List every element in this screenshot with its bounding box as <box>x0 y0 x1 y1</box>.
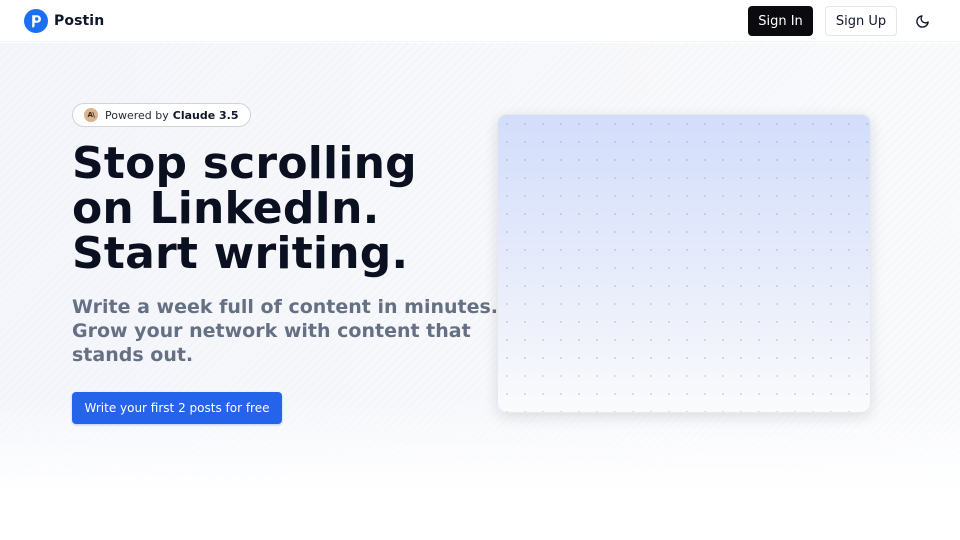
headline-line: Stop scrolling <box>72 138 417 189</box>
subheadline-line: stands out. <box>72 344 194 366</box>
badge-model: Claude 3.5 <box>172 108 239 122</box>
top-navbar: Postin Sign In Sign Up <box>0 0 960 42</box>
headline-line: Start writing. <box>72 228 409 279</box>
product-preview-card <box>497 114 871 413</box>
sign-in-button[interactable]: Sign In <box>748 6 813 36</box>
subheadline-line: Grow your network with content that <box>72 320 471 342</box>
brand[interactable]: Postin <box>24 9 104 33</box>
moon-icon <box>915 14 929 28</box>
badge-text: Powered by Claude 3.5 <box>105 109 239 122</box>
brand-name: Postin <box>54 13 105 29</box>
write-free-posts-button[interactable]: Write your first 2 posts for free <box>72 392 282 424</box>
hero-subheadline: Write a week full of content in minutes.… <box>72 295 499 367</box>
postin-logo-icon <box>24 9 48 33</box>
powered-by-badge: A\ Powered by Claude 3.5 <box>72 103 251 127</box>
landing-page: Postin Sign In Sign Up A\ Powered by Clau… <box>0 0 960 540</box>
subheadline-line: Write a week full of content in minutes. <box>72 296 499 318</box>
theme-toggle-button[interactable] <box>910 9 934 33</box>
hero-headline: Stop scrolling on LinkedIn. Start writin… <box>72 141 492 276</box>
badge-prefix: Powered by <box>105 108 169 122</box>
anthropic-logo-icon: A\ <box>84 108 98 122</box>
headline-line: on LinkedIn. <box>72 183 380 234</box>
sign-up-button[interactable]: Sign Up <box>825 6 897 36</box>
